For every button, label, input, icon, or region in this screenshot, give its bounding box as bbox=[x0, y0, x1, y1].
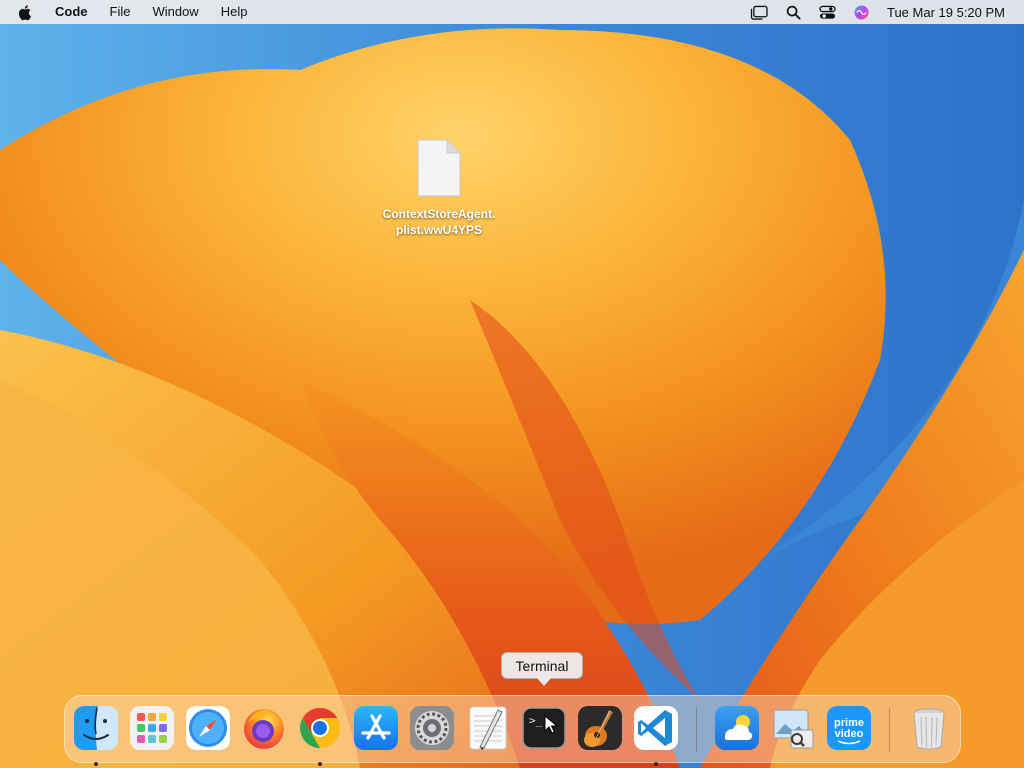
menu-clock[interactable]: Tue Mar 19 5:20 PM bbox=[887, 5, 1005, 20]
garageband-guitar-icon bbox=[578, 706, 622, 750]
preview-icon bbox=[773, 709, 814, 749]
siri-icon[interactable] bbox=[851, 2, 873, 22]
dock-item-chrome[interactable] bbox=[296, 704, 344, 766]
dock: >_ prime video bbox=[64, 695, 961, 766]
running-indicator bbox=[654, 762, 658, 766]
app-store-icon bbox=[354, 706, 398, 750]
svg-text:video: video bbox=[835, 728, 864, 740]
menu-bar: Code File Window Help Tue Mar 19 5:20 PM bbox=[0, 0, 1024, 24]
running-indicator bbox=[318, 762, 322, 766]
menu-app-name[interactable]: Code bbox=[44, 0, 99, 24]
dock-item-system-settings[interactable] bbox=[408, 704, 456, 752]
running-indicator bbox=[94, 762, 98, 766]
dock-separator bbox=[889, 708, 890, 752]
control-center-icon[interactable] bbox=[817, 2, 839, 22]
dock-item-textedit[interactable] bbox=[464, 704, 512, 752]
dock-item-terminal[interactable]: >_ bbox=[520, 704, 568, 752]
weather-icon bbox=[715, 706, 759, 750]
launchpad-icon bbox=[130, 706, 174, 750]
finder-icon bbox=[74, 706, 118, 750]
desktop-file-name: ContextStoreAgent.plist.wwU4YPS bbox=[382, 207, 496, 237]
svg-text:>_: >_ bbox=[529, 714, 543, 727]
search-icon[interactable] bbox=[783, 2, 805, 22]
document-file-icon bbox=[416, 138, 462, 198]
menu-file[interactable]: File bbox=[99, 0, 142, 24]
vscode-icon bbox=[634, 706, 678, 750]
firefox-icon bbox=[244, 709, 284, 749]
dock-item-vscode[interactable] bbox=[632, 704, 680, 766]
settings-gear-icon bbox=[410, 706, 454, 750]
dock-separator bbox=[696, 708, 697, 752]
dock-item-prime-video[interactable]: prime video bbox=[825, 704, 873, 752]
stage-manager-icon[interactable] bbox=[749, 2, 771, 22]
dock-item-safari[interactable] bbox=[184, 704, 232, 752]
menu-window[interactable]: Window bbox=[141, 0, 209, 24]
dock-item-preview[interactable] bbox=[769, 704, 817, 752]
dock-item-garageband[interactable] bbox=[576, 704, 624, 752]
mouse-cursor-icon bbox=[544, 715, 558, 734]
desktop-file-item[interactable]: ContextStoreAgent.plist.wwU4YPS bbox=[374, 138, 504, 238]
dock-item-firefox[interactable] bbox=[240, 704, 288, 752]
menu-help[interactable]: Help bbox=[210, 0, 259, 24]
dock-item-weather[interactable] bbox=[713, 704, 761, 752]
apple-logo-icon[interactable] bbox=[18, 3, 34, 21]
prime-video-icon: prime video bbox=[827, 706, 871, 750]
dock-item-app-store[interactable] bbox=[352, 704, 400, 752]
safari-icon bbox=[186, 706, 230, 750]
textedit-icon bbox=[469, 706, 507, 750]
trash-icon bbox=[913, 708, 945, 750]
dock-item-launchpad[interactable] bbox=[128, 704, 176, 752]
dock-tooltip: Terminal bbox=[501, 652, 583, 686]
chrome-icon bbox=[300, 708, 340, 748]
dock-item-trash[interactable] bbox=[905, 704, 953, 752]
dock-item-finder[interactable] bbox=[72, 704, 120, 766]
